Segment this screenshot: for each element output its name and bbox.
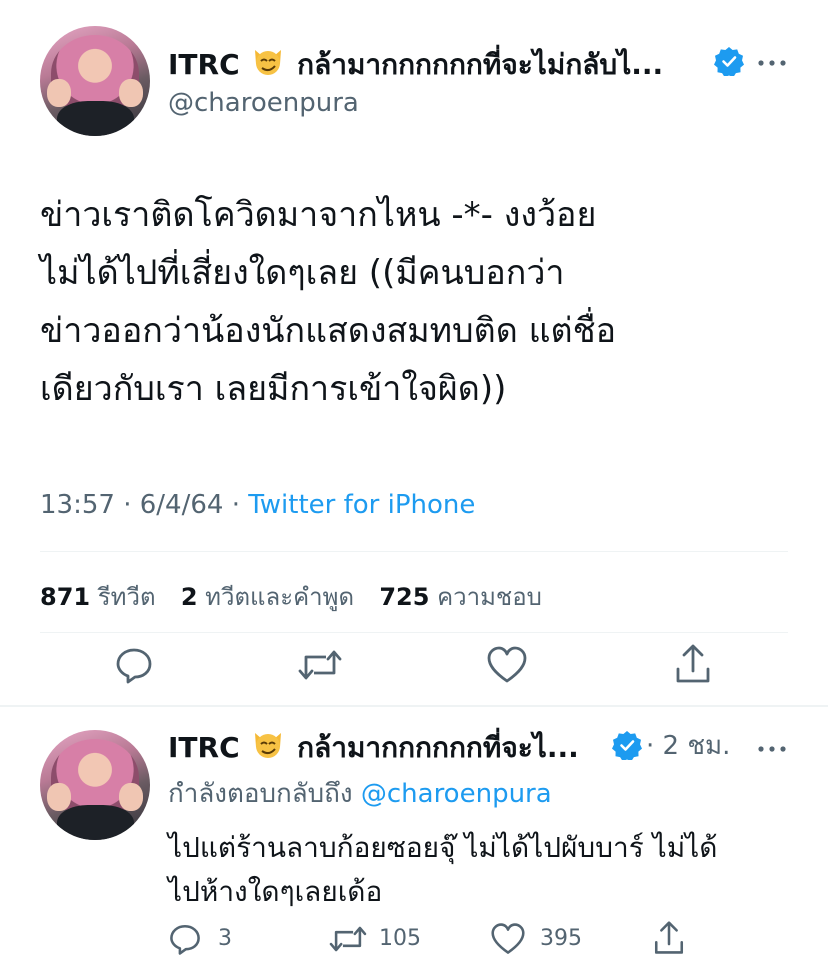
avatar-hand-left <box>46 782 71 812</box>
quotes-count: 2 <box>180 583 198 611</box>
reply-time[interactable]: · 2 ชม. <box>646 729 730 763</box>
tweet-source-link[interactable]: Twitter for iPhone <box>248 490 475 520</box>
replying-to: กำลังตอบกลับถึง @charoenpura <box>168 777 552 811</box>
tweet-time[interactable]: 13:57 <box>40 490 115 520</box>
display-name: ITRC <box>168 48 240 81</box>
main-tweet-author-name[interactable]: ITRC กล้ามากกกกกกที่จะไม่กลับไ... <box>168 44 713 84</box>
reply-icon[interactable] <box>114 645 154 685</box>
likes-stat[interactable]: 725 ความชอบ <box>379 583 542 611</box>
verified-badge-icon <box>714 46 744 80</box>
avatar-shirt <box>56 804 134 840</box>
tweet-text-line: เดียวกับเรา เลยมีการเข้าใจผิด)) <box>40 369 507 409</box>
display-name-suffix: กล้ามากกกกกกที่จะไม่กลับไ... <box>297 48 664 81</box>
reply-author-name[interactable]: ITRC กล้ามากกกกกกที่จะไ... <box>168 727 612 767</box>
display-name: ITRC <box>168 731 240 764</box>
avatar-hand-right <box>119 782 144 812</box>
like-count: 395 <box>540 926 582 951</box>
retweets-count: 871 <box>40 583 91 611</box>
tweet-date[interactable]: 6/4/64 <box>140 490 224 520</box>
retweet-icon[interactable] <box>298 645 342 685</box>
smirking-cat-emoji-icon <box>251 44 285 84</box>
meta-separator: · <box>123 490 140 520</box>
tweet-text-line: ไปห้างใดๆเลยเด้อ <box>168 875 383 908</box>
share-icon[interactable] <box>673 643 713 685</box>
tweet-text-line: ข่าวเราติดโควิดมาจากไหน -*- งงว้อย <box>40 195 597 235</box>
reply-icon <box>170 924 200 955</box>
main-tweet-stats: 871 รีทวีต 2 ทวีตและคำพูด 725 ความชอบ <box>40 580 542 614</box>
main-tweet-meta: 13:57 · 6/4/64 · Twitter for iPhone <box>40 488 475 522</box>
divider <box>40 632 788 633</box>
replying-handle-link[interactable]: @charoenpura <box>361 779 552 809</box>
main-tweet-handle[interactable]: @charoenpura <box>168 86 359 120</box>
replying-label: กำลังตอบกลับถึง <box>168 779 353 809</box>
likes-label: ความชอบ <box>437 583 542 611</box>
reply-tweet-text: ไปแต่ร้านลาบก้อยซอยจุ๊ ไม่ได้ไปผับบาร์ ไ… <box>168 826 788 914</box>
retweet-count: 105 <box>379 926 421 951</box>
meta-separator: · <box>646 731 663 761</box>
section-separator <box>0 705 828 707</box>
reply-time-ago: 2 ชม. <box>662 731 731 761</box>
meta-separator: · <box>231 490 249 520</box>
avatar-hand-left <box>46 78 71 108</box>
tweet-text-line: ข่าวออกว่าน้องนักแสดงสมทบติด แต่ชื่อ <box>40 311 617 351</box>
reply-count: 3 <box>218 926 232 951</box>
reply-more-options-icon[interactable] <box>757 740 787 752</box>
avatar[interactable] <box>40 26 150 136</box>
tweet-text-line: ไม่ได้ไปที่เสี่ยงใดๆเลย ((มีคนบอกว่า <box>40 253 565 293</box>
retweet-icon <box>329 926 367 952</box>
likes-count: 725 <box>379 583 430 611</box>
tweet-text-line: ไปแต่ร้านลาบก้อยซอยจุ๊ ไม่ได้ไปผับบาร์ ไ… <box>168 831 718 864</box>
more-options-icon[interactable] <box>757 54 787 66</box>
divider <box>40 551 788 552</box>
avatar-shirt <box>56 100 134 136</box>
avatar-hand-right <box>119 78 144 108</box>
retweets-label: รีทวีต <box>97 583 156 611</box>
smirking-cat-emoji-icon <box>251 727 285 767</box>
quotes-stat[interactable]: 2 ทวีตและคำพูด <box>181 583 362 611</box>
main-tweet-text: ข่าวเราติดโควิดมาจากไหน -*- งงว้อย ไม่ได… <box>40 186 800 418</box>
reply-avatar[interactable] <box>40 730 150 840</box>
like-icon[interactable] <box>486 645 528 685</box>
like-icon <box>491 923 525 954</box>
quotes-label: ทวีตและคำพูด <box>205 583 355 611</box>
retweets-stat[interactable]: 871 รีทวีต <box>40 583 163 611</box>
verified-badge-icon <box>612 730 642 764</box>
display-name-suffix: กล้ามากกกกกกที่จะไ... <box>297 731 579 764</box>
reply-action-share[interactable] <box>652 920 686 956</box>
share-icon <box>654 921 684 954</box>
